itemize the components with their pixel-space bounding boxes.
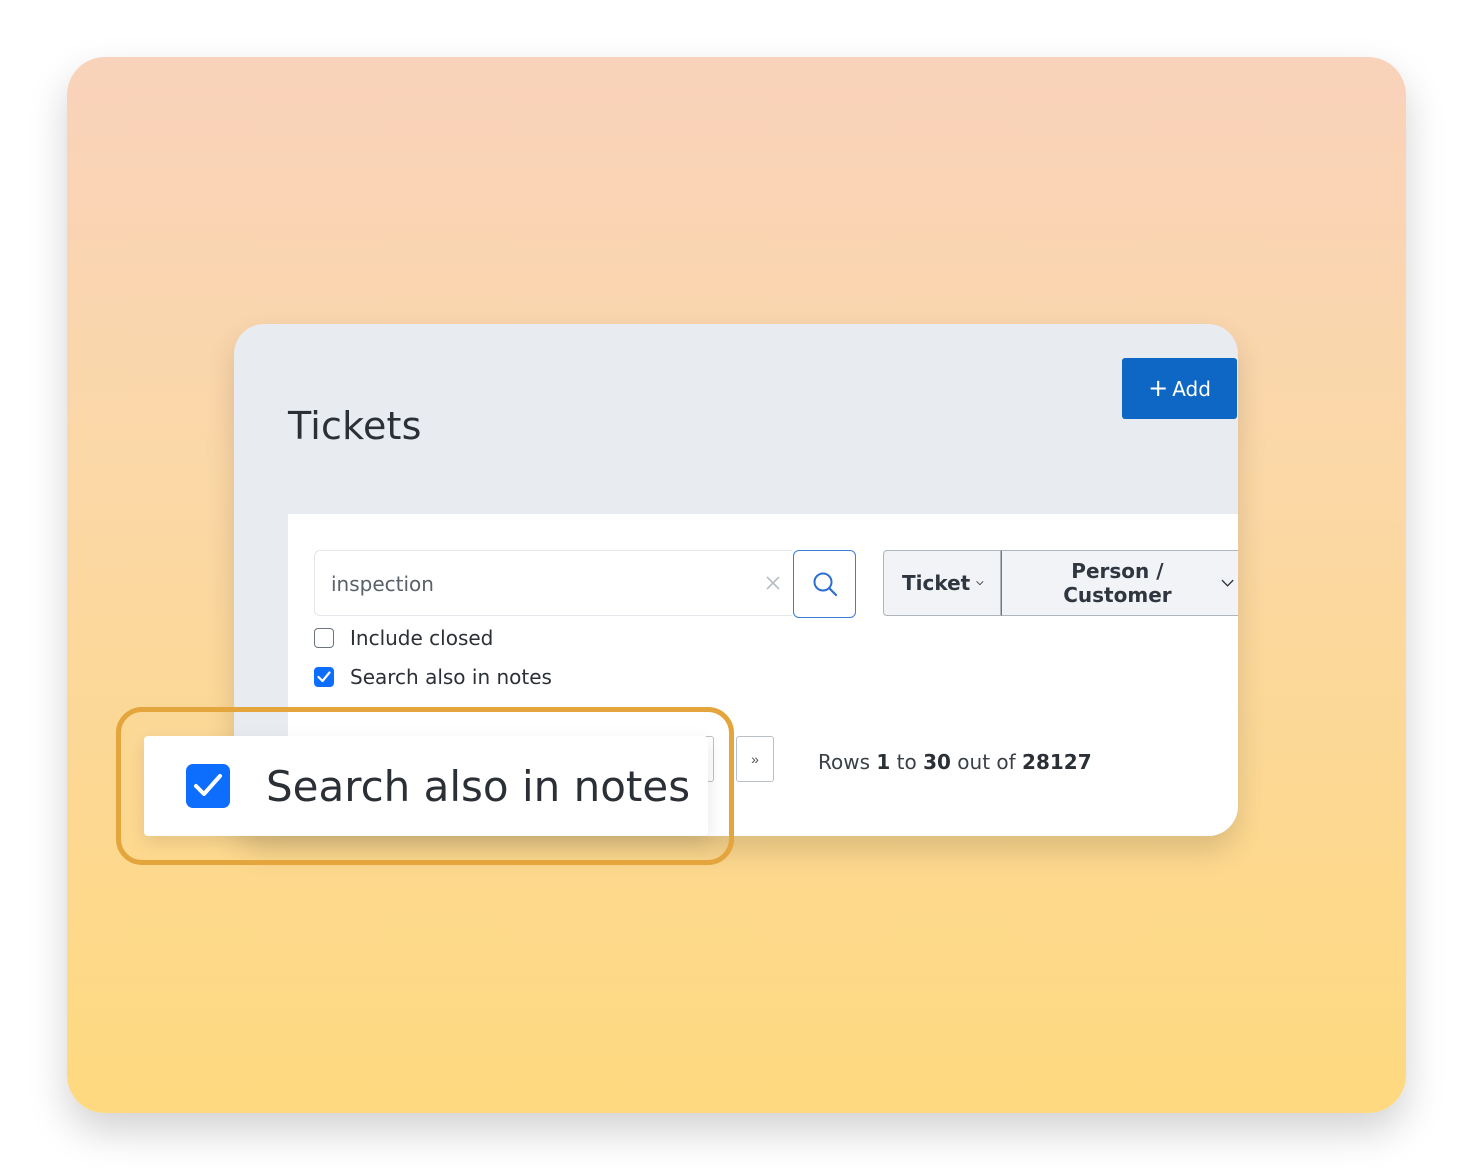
check-icon <box>317 671 331 683</box>
search-box <box>314 550 792 617</box>
chevron-down-icon <box>976 581 984 586</box>
rows-prefix: Rows <box>818 750 871 774</box>
filter-group: Ticket Person / Customer <box>883 550 1238 616</box>
rows-from: 1 <box>876 750 891 774</box>
rows-total: 28127 <box>1022 750 1092 774</box>
person-customer-dropdown[interactable]: Person / Customer <box>1001 550 1238 616</box>
zoomed-search-notes-checkbox[interactable] <box>186 764 230 808</box>
close-icon[interactable] <box>761 571 785 595</box>
search-notes-option[interactable]: Search also in notes <box>314 665 552 689</box>
rows-to-word: to <box>896 750 917 774</box>
ticket-filter-label: Ticket <box>902 571 971 595</box>
check-icon <box>194 774 222 796</box>
search-button[interactable] <box>793 550 856 618</box>
plus-icon: + <box>1148 373 1169 402</box>
include-closed-option[interactable]: Include closed <box>314 626 493 650</box>
rows-out-of-word: out of <box>957 750 1016 774</box>
include-closed-checkbox[interactable] <box>314 628 334 648</box>
search-notes-label: Search also in notes <box>350 665 552 689</box>
rows-info: Rows 1 to 30 out of 28127 <box>818 750 1092 774</box>
ticket-filter-dropdown[interactable]: Ticket <box>883 550 1001 616</box>
add-button[interactable]: + Add <box>1122 358 1237 419</box>
pager-next-button[interactable]: » <box>736 736 774 782</box>
search-icon <box>813 572 837 597</box>
chevron-down-icon <box>1221 579 1234 587</box>
zoomed-search-notes-label: Search also in notes <box>266 761 691 811</box>
search-input[interactable] <box>329 551 753 617</box>
rows-to: 30 <box>923 750 951 774</box>
zoomed-search-notes-callout[interactable]: Search also in notes <box>144 736 708 836</box>
add-button-label: Add <box>1172 376 1211 401</box>
search-notes-checkbox[interactable] <box>314 667 334 687</box>
page-title: Tickets <box>288 404 422 448</box>
include-closed-label: Include closed <box>350 626 494 650</box>
person-customer-label: Person / Customer <box>1063 559 1172 607</box>
